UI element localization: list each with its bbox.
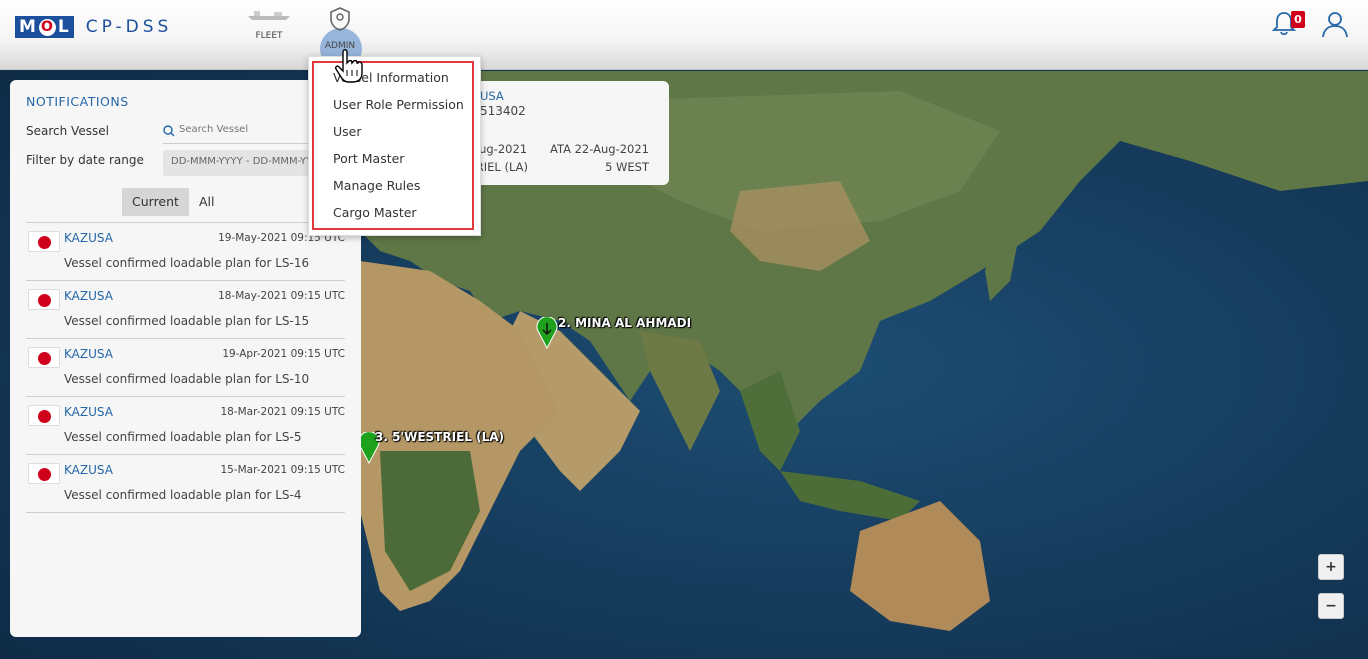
- search-vessel-field[interactable]: [163, 122, 323, 144]
- vessel-info-popup: USA 513402 7-Aug-2021 ATA 22-Aug-2021 AB…: [460, 81, 669, 185]
- app-name: CP-DSS: [85, 17, 173, 37]
- notifications-title: NOTIFICATIONS: [26, 94, 129, 109]
- port-marker-2[interactable]: [536, 317, 558, 349]
- notification-time: 15-Mar-2021 09:15 UTC: [220, 464, 345, 476]
- notification-message: Vessel confirmed loadable plan for LS-10: [64, 372, 310, 386]
- zoom-out-button[interactable]: −: [1318, 593, 1344, 619]
- list-item[interactable]: KAZUSA 18-May-2021 09:15 UTC Vessel conf…: [26, 281, 345, 339]
- ship-icon: [248, 11, 290, 20]
- vessel-name-link[interactable]: KAZUSA: [64, 405, 113, 419]
- date-range-label: Filter by date range: [26, 153, 144, 167]
- japan-flag-icon: [28, 347, 60, 368]
- search-vessel-input[interactable]: [179, 124, 319, 135]
- notification-tabs: Current All: [122, 188, 224, 216]
- nav-admin[interactable]: ADMIN: [310, 6, 370, 51]
- notification-time: 19-Apr-2021 09:15 UTC: [222, 348, 345, 360]
- app-logo[interactable]: MOL CP-DSS: [15, 16, 172, 38]
- japan-flag-icon: [28, 231, 60, 252]
- notification-count-badge: 0: [1291, 11, 1305, 28]
- list-item[interactable]: KAZUSA 18-Mar-2021 09:15 UTC Vessel conf…: [26, 397, 345, 455]
- port-label-2: 2. MINA AL AHMADI: [558, 316, 692, 330]
- popup-port-to: 5 WEST: [605, 160, 649, 174]
- notification-message: Vessel confirmed loadable plan for LS-15: [64, 314, 310, 328]
- tab-all[interactable]: All: [189, 188, 225, 216]
- japan-flag-icon: [28, 463, 60, 484]
- port-label-3: 3. 5'WESTRIEL (LA): [375, 430, 504, 444]
- search-vessel-label: Search Vessel: [26, 124, 109, 138]
- search-icon: [163, 125, 175, 137]
- app-header: MOL CP-DSS FLEET ADMIN 0: [0, 0, 1368, 70]
- notification-time: 18-May-2021 09:15 UTC: [218, 290, 345, 302]
- zoom-in-button[interactable]: +: [1318, 554, 1344, 580]
- shield-user-icon: [330, 7, 350, 31]
- fleet-label: FLEET: [255, 31, 283, 41]
- menu-highlight-box: [312, 61, 474, 230]
- list-item[interactable]: KAZUSA 15-Mar-2021 09:15 UTC Vessel conf…: [26, 455, 345, 513]
- vessel-name-link[interactable]: KAZUSA: [64, 347, 113, 361]
- vessel-name-link[interactable]: KAZUSA: [64, 463, 113, 477]
- user-icon: [1322, 12, 1348, 38]
- list-item[interactable]: KAZUSA 19-Apr-2021 09:15 UTC Vessel conf…: [26, 339, 345, 397]
- hand-cursor-icon: [335, 49, 363, 83]
- mol-logo: MOL: [15, 16, 74, 38]
- user-profile-button[interactable]: [1321, 10, 1349, 41]
- nav-fleet[interactable]: FLEET: [239, 6, 299, 41]
- notification-time: 18-Mar-2021 09:15 UTC: [220, 406, 345, 418]
- vessel-name-link[interactable]: KAZUSA: [64, 231, 113, 245]
- notification-message: Vessel confirmed loadable plan for LS-4: [64, 488, 302, 502]
- notification-message: Vessel confirmed loadable plan for LS-16: [64, 256, 310, 270]
- vessel-name-link[interactable]: KAZUSA: [64, 289, 113, 303]
- notification-list: KAZUSA 19-May-2021 09:15 UTC Vessel conf…: [26, 222, 345, 513]
- popup-vessel-name[interactable]: USA: [480, 89, 504, 103]
- notification-message: Vessel confirmed loadable plan for LS-5: [64, 430, 302, 444]
- japan-flag-icon: [28, 405, 60, 426]
- tab-current[interactable]: Current: [122, 188, 189, 216]
- popup-vessel-imo: 513402: [480, 104, 526, 118]
- date-range-input[interactable]: DD-MMM-YYYY - DD-MMM-YYYY: [163, 150, 313, 176]
- popup-ata: ATA 22-Aug-2021: [549, 142, 649, 156]
- list-item[interactable]: KAZUSA 19-May-2021 09:15 UTC Vessel conf…: [26, 223, 345, 281]
- japan-flag-icon: [28, 289, 60, 310]
